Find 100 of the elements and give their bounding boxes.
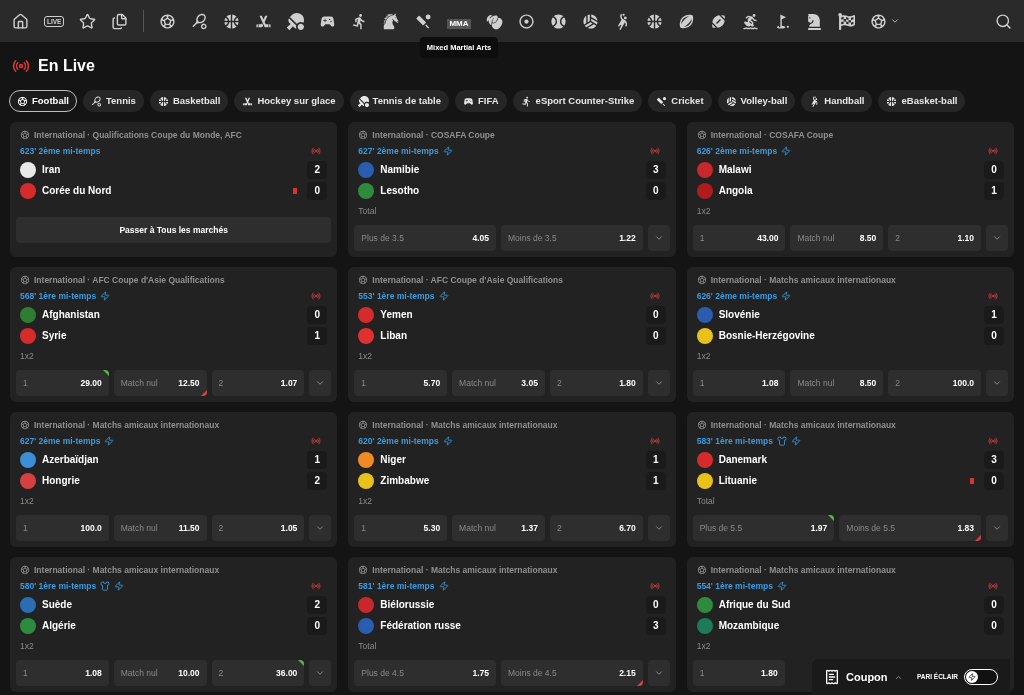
sport-tab[interactable]: FIFA (455, 90, 507, 112)
hockey-stick-icon (242, 95, 254, 107)
sport-tab[interactable]: Football (9, 90, 77, 112)
ping-pong-paddle-icon[interactable] (287, 12, 305, 30)
cricket-bat-icon[interactable] (415, 12, 433, 30)
odds-button[interactable]: 1 100.0 (16, 515, 109, 541)
odds-button[interactable]: 1 43.00 (692, 225, 786, 251)
market-label: 1x2 (19, 494, 35, 508)
odds-button[interactable]: 2 100.0 (888, 370, 981, 396)
odds-button[interactable]: 2 1.05 (211, 515, 305, 541)
checkered-flag-icon[interactable] (837, 12, 855, 30)
rugby-ball-icon[interactable] (677, 12, 695, 30)
stream-icon[interactable] (442, 436, 453, 447)
odds-button[interactable]: Match nul 8.50 (790, 225, 884, 251)
odds-button[interactable]: 2 1.10 (888, 225, 981, 251)
team-score: 2 (307, 595, 328, 614)
odds-button[interactable]: 1 1.08 (16, 660, 109, 686)
flash-bet-toggle[interactable] (964, 669, 998, 685)
sport-tab[interactable]: Hockey sur glace (234, 90, 344, 112)
odds-button[interactable]: Plus de 3.5 4.05 (354, 225, 496, 251)
team-score: 1 (645, 471, 666, 490)
stream-icon[interactable] (104, 436, 115, 447)
stream-icon[interactable] (790, 436, 801, 447)
odds-button[interactable]: Match nul 8.50 (790, 370, 884, 396)
odds-button[interactable]: Match nul 10.00 (113, 660, 207, 686)
soccer-ball-icon[interactable] (869, 12, 887, 30)
basketball-icon[interactable] (223, 12, 241, 30)
documents-icon[interactable] (111, 12, 129, 30)
boxing-glove-icon[interactable] (485, 12, 503, 30)
caret-icon[interactable] (889, 16, 900, 26)
match-time: 580' 1ère mi-temps (20, 579, 97, 593)
surfer-icon[interactable] (741, 12, 759, 30)
odds-button[interactable]: 1 29.00 (16, 370, 109, 396)
soccer-ball-icon[interactable] (159, 12, 177, 30)
odds-button[interactable]: Plus de 4.5 1.75 (354, 660, 496, 686)
chess-knight-icon[interactable] (805, 12, 823, 30)
odds-button[interactable]: 2 1.07 (211, 370, 305, 396)
sport-tab[interactable]: Cricket (648, 90, 712, 112)
market-label: Total (357, 204, 378, 218)
stream-icon[interactable] (781, 291, 792, 302)
sport-tab[interactable]: eBasket-ball (878, 90, 966, 112)
stream-icon[interactable] (776, 581, 787, 592)
stream-icon[interactable] (442, 146, 453, 157)
league-name: International · Matchs amicaux internationaux (34, 564, 220, 577)
odds-button[interactable]: Plus de 5.5 1.97 (692, 515, 835, 541)
search-icon[interactable] (995, 12, 1012, 30)
team-name: Liban (380, 329, 407, 343)
stream-icon[interactable] (114, 581, 125, 592)
sport-tab[interactable]: eSport Counter-Strike (512, 90, 643, 112)
odds-button[interactable]: Moins de 5.5 1.83 (839, 515, 981, 541)
sport-tab[interactable]: Tennis (82, 90, 144, 112)
odds-button[interactable]: 2 1.80 (549, 370, 643, 396)
live-broadcast-icon (12, 57, 30, 75)
all-markets-button[interactable]: Passer à Tous les marchés (16, 217, 332, 243)
odds-button[interactable]: Moins de 4.5 2.15 (501, 660, 643, 686)
receipt-icon (824, 669, 840, 685)
odds-button[interactable]: 1 1.08 (692, 370, 786, 396)
team-score: 0 (645, 181, 666, 200)
tennis-racket-icon (90, 95, 102, 107)
team-name: Lesotho (380, 184, 420, 198)
jersey-icon[interactable] (776, 436, 787, 447)
live-broadcast-icon (988, 146, 998, 157)
coupon-button[interactable]: Coupon (846, 668, 888, 686)
team-name: Bosnie-Herzégovine (718, 329, 815, 343)
odds-button[interactable]: Match nul 3.05 (452, 370, 545, 396)
odds-button[interactable]: Match nul 12.50 (113, 370, 207, 396)
odds-button[interactable]: 2 6.70 (549, 515, 643, 541)
baseball-icon[interactable] (549, 12, 567, 30)
odds-button[interactable]: 1 5.70 (354, 370, 448, 396)
team-name: Algérie (42, 619, 76, 633)
sport-tab[interactable]: Tennis de table (349, 90, 449, 112)
american-football-icon[interactable] (709, 12, 727, 30)
odds-button[interactable]: Match nul 1.37 (452, 515, 545, 541)
team-name: Niger (380, 453, 406, 467)
tennis-racket-icon[interactable] (191, 12, 209, 30)
odds-button[interactable]: 2 36.00 (211, 660, 305, 686)
basketball-icon[interactable] (645, 12, 663, 30)
target-icon[interactable] (517, 12, 535, 30)
sport-tab[interactable]: Basketball (149, 90, 229, 112)
horse-head-icon[interactable] (383, 12, 401, 30)
mma-button[interactable]: MMA (447, 19, 471, 29)
sport-tab[interactable]: Volley-ball (717, 90, 796, 112)
home-icon[interactable] (12, 12, 29, 30)
stream-icon[interactable] (781, 146, 792, 157)
stream-icon[interactable] (438, 581, 449, 592)
team-score: 1 (984, 305, 1004, 324)
star-icon[interactable] (79, 12, 97, 30)
odds-button[interactable]: Moins de 3.5 1.22 (501, 225, 643, 251)
stream-icon[interactable] (100, 291, 111, 302)
team-score: 0 (984, 326, 1004, 345)
caret-icon (992, 233, 1002, 243)
team-name: Angola (718, 184, 753, 198)
odds-button[interactable]: Match nul 11.50 (113, 515, 207, 541)
odds-button[interactable]: 1 1.80 (692, 660, 785, 686)
odds-button[interactable]: 1 5.30 (354, 515, 448, 541)
market-label: 1x2 (19, 639, 35, 653)
volleyball-icon[interactable] (581, 12, 599, 30)
sport-tab[interactable]: Handball (801, 90, 873, 112)
stream-icon[interactable] (438, 291, 449, 302)
jersey-icon[interactable] (100, 581, 111, 592)
